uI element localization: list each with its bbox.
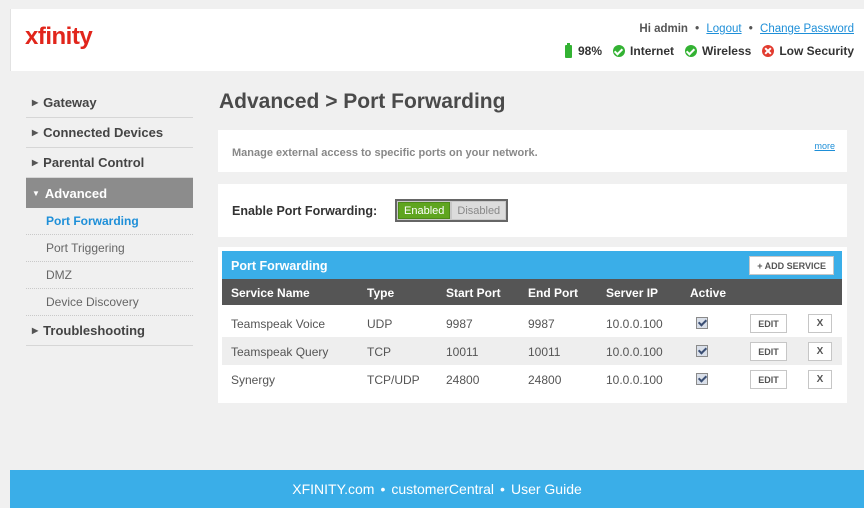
security-status: Low Security [762,44,854,58]
separator: • [695,23,700,35]
edit-button[interactable]: EDIT [750,314,787,333]
server-ip: 10.0.0.100 [606,317,663,331]
end-port: 10011 [528,345,561,359]
server-ip: 10.0.0.100 [606,373,663,387]
delete-button[interactable]: X [808,370,832,389]
delete-button[interactable]: X [808,314,832,333]
table-row: Synergy TCP/UDP 24800 24800 10.0.0.100 E… [222,365,842,393]
page-title: Advanced > Port Forwarding [219,90,506,113]
footer-link-customer-central[interactable]: customerCentral [391,481,494,497]
end-port: 9987 [528,317,555,331]
edit-button[interactable]: EDIT [750,342,787,361]
end-port: 24800 [528,373,562,387]
battery-icon [565,42,572,58]
internet-label: Internet [630,44,675,58]
sidebar-subitem-port-forwarding[interactable]: Port Forwarding [26,208,193,235]
delete-button[interactable]: X [808,342,832,361]
separator: • [748,23,753,35]
check-icon [685,45,698,57]
battery-level: 98% [578,44,603,58]
server-ip: 10.0.0.100 [606,345,663,359]
column-header-type: Type [367,286,395,300]
column-header-start-port: Start Port [446,286,501,300]
edit-button[interactable]: EDIT [750,370,787,389]
active-checkbox[interactable] [696,373,708,385]
port-forwarding-panel: Port Forwarding + ADD SERVICE Service Na… [218,247,847,403]
protocol-type: TCP [367,345,391,359]
chevron-right-icon: ▶ [32,128,39,137]
service-name: Teamspeak Voice [231,317,326,331]
sidebar-subitem-device-discovery[interactable]: Device Discovery [26,289,193,316]
sidebar-item-advanced[interactable]: ▼ Advanced [26,178,193,208]
more-link[interactable]: more [814,141,835,151]
active-checkbox[interactable] [696,345,708,357]
description-text: Manage external access to specific ports… [232,147,538,159]
protocol-type: UDP [367,317,393,331]
sidebar-item-label: Advanced [44,185,108,201]
wireless-label: Wireless [702,44,752,58]
sidebar-item-parental-control[interactable]: ▶ Parental Control [26,148,193,178]
table-title: Port Forwarding [231,259,328,273]
column-header-service-name: Service Name [231,286,310,300]
sidebar-item-label: Parental Control [43,155,145,170]
column-header-end-port: End Port [528,286,578,300]
service-name: Teamspeak Query [231,345,329,359]
table-title-bar: Port Forwarding + ADD SERVICE [222,251,842,279]
footer-link-user-guide[interactable]: User Guide [511,481,582,497]
enabled-option[interactable]: Enabled [398,202,451,219]
footer: XFINITY.com • customerCentral • User Gui… [10,470,864,508]
add-service-button[interactable]: + ADD SERVICE [749,256,834,275]
disabled-option[interactable]: Disabled [452,202,506,219]
description-panel: Manage external access to specific ports… [218,130,847,172]
battery-status: 98% [565,42,603,58]
user-bar: Hi admin • Logout • Change Password [639,23,854,35]
change-password-link[interactable]: Change Password [760,23,854,35]
start-port: 24800 [446,373,480,387]
wireless-status: Wireless [685,44,751,58]
start-port: 10011 [446,345,479,359]
column-header-active: Active [690,286,727,300]
sidebar-item-label: Connected Devices [43,125,164,140]
separator: • [380,481,386,497]
warning-x-icon [762,45,775,57]
start-port: 9987 [446,317,473,331]
enable-panel: Enable Port Forwarding: Enabled Disabled [218,184,847,237]
chevron-down-icon: ▼ [32,188,40,198]
separator: • [500,481,505,497]
security-label: Low Security [779,44,854,58]
protocol-type: TCP/UDP [367,373,420,387]
sidebar-item-troubleshooting[interactable]: ▶ Troubleshooting [26,316,193,346]
xfinity-logo[interactable]: xfinity [25,23,93,51]
column-header-server-ip: Server IP [606,286,659,300]
sidebar-item-label: Troubleshooting [43,323,145,338]
sidebar-subitem-port-triggering[interactable]: Port Triggering [26,235,193,262]
table-row: Teamspeak Voice UDP 9987 9987 10.0.0.100… [222,309,842,337]
greeting: Hi admin [639,23,688,35]
sidebar-item-connected-devices[interactable]: ▶ Connected Devices [26,118,193,148]
chevron-right-icon: ▶ [32,98,39,107]
chevron-right-icon: ▶ [32,326,39,335]
status-bar: 98% Internet Wireless Low Security [565,42,854,58]
sidebar: ▶ Gateway ▶ Connected Devices ▶ Parental… [26,88,193,346]
footer-link-xfinity[interactable]: XFINITY.com [292,481,374,497]
service-name: Synergy [231,373,276,387]
sidebar-item-gateway[interactable]: ▶ Gateway [26,88,193,118]
chevron-right-icon: ▶ [32,158,39,167]
logout-link[interactable]: Logout [706,23,741,35]
port-forwarding-toggle[interactable]: Enabled Disabled [395,199,509,222]
internet-status: Internet [613,44,674,58]
table-row: Teamspeak Query TCP 10011 10011 10.0.0.1… [222,337,842,365]
sidebar-item-label: Gateway [43,95,97,110]
header: xfinity Hi admin • Logout • Change Passw… [10,9,864,71]
active-checkbox[interactable] [696,317,708,329]
check-icon [613,45,626,57]
sidebar-subitem-dmz[interactable]: DMZ [26,262,193,289]
enable-port-forwarding-label: Enable Port Forwarding: [232,204,378,218]
table-header: Service Name Type Start Port End Port Se… [222,279,842,305]
